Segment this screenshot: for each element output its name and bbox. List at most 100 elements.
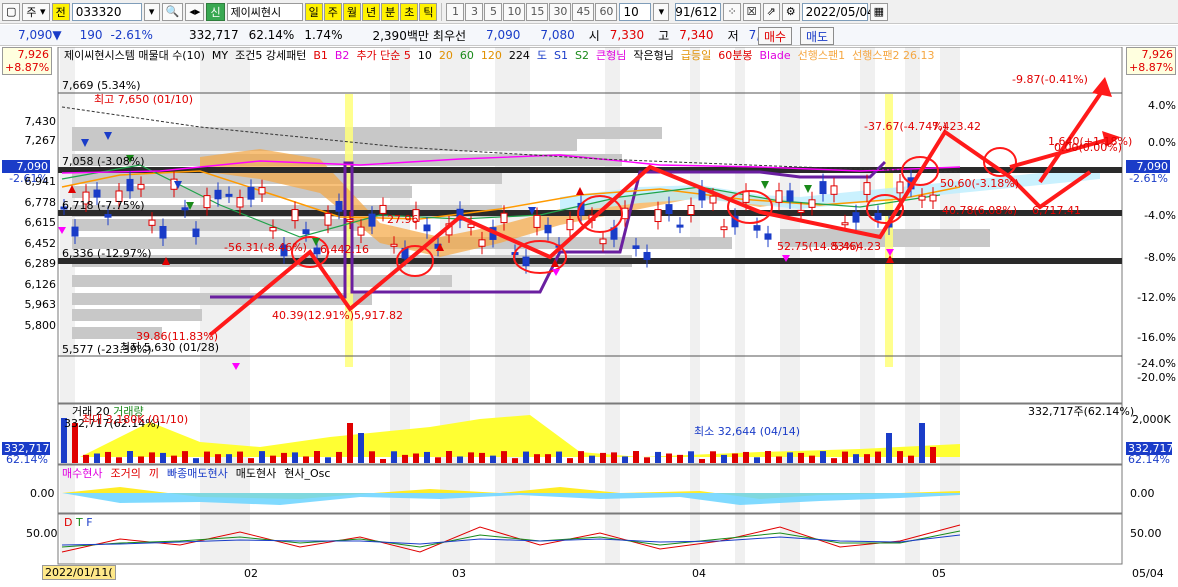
interval-button[interactable]: 30 <box>549 2 572 21</box>
candle-body <box>863 182 871 195</box>
volume-bar <box>787 452 793 463</box>
legend-item[interactable]: 제이씨현시스템 매물대 수(10) <box>64 49 205 62</box>
high-note: 최고 7,650 (01/10) <box>94 93 194 106</box>
interval-button[interactable]: 5 <box>484 2 503 21</box>
buy-button[interactable]: 매수 <box>758 27 793 45</box>
chart-icon[interactable]: ⇗ <box>762 2 780 21</box>
volume-bar <box>699 458 705 463</box>
volume-axis-top: 2,000K <box>1132 413 1171 426</box>
volume-bar <box>105 451 111 463</box>
legend-item[interactable]: S2 <box>575 49 589 62</box>
legend-item[interactable]: S1 <box>554 49 568 62</box>
legend-item[interactable]: B1 <box>313 49 328 62</box>
divider <box>441 2 443 21</box>
legend-item[interactable]: 선행스팬2 26.13 <box>852 49 934 62</box>
volume-bar <box>600 452 606 463</box>
sell-button[interactable]: 매도 <box>800 27 835 45</box>
period-button[interactable]: 일 <box>304 2 323 21</box>
legend-item[interactable]: Blade <box>760 49 791 62</box>
candle-body <box>192 228 200 238</box>
period-button[interactable]: 초 <box>400 2 419 21</box>
interval-button[interactable]: 3 <box>465 2 484 21</box>
gear-icon[interactable]: ⚙ <box>781 2 800 21</box>
volume-bar <box>512 458 518 463</box>
legend-item[interactable]: MY <box>212 49 228 62</box>
volume-bar <box>369 451 375 463</box>
candle-body <box>786 190 794 202</box>
price-chart[interactable] <box>0 46 1178 584</box>
legend-item[interactable]: 60 <box>460 49 474 62</box>
market-button[interactable]: 전 <box>51 2 70 21</box>
code-input[interactable]: 033320 <box>71 2 142 21</box>
candle-body <box>126 178 134 192</box>
right-axis-tick: -20.0% <box>1137 371 1176 384</box>
legend-item[interactable]: 도 <box>537 49 547 62</box>
calendar-icon[interactable]: ▦ <box>869 2 889 21</box>
legend-item[interactable]: 20 <box>439 49 453 62</box>
legend-item[interactable]: 큰형님 <box>596 49 626 62</box>
legend-item[interactable]: B2 <box>335 49 350 62</box>
period-buttons: 일주월년분초틱 <box>304 2 438 21</box>
volume-bar <box>853 454 859 463</box>
volume-bar <box>644 457 650 463</box>
period-button[interactable]: 분 <box>381 2 400 21</box>
volume-bar <box>468 452 474 463</box>
candle-body <box>753 225 761 231</box>
code-dropdown-icon[interactable]: ▾ <box>143 2 160 21</box>
change-pct: -2.61% <box>110 28 153 42</box>
volume: 332,717 <box>188 28 239 42</box>
type-select[interactable]: 주 ▾ <box>22 2 50 21</box>
left-axis-tick: 5,800 <box>24 319 57 332</box>
legend-item[interactable]: 작은형님 <box>633 49 673 62</box>
right-axis-tick: -4.0% <box>1144 209 1176 222</box>
volume-bar <box>149 452 155 463</box>
annotation: 40.39(12.91%) <box>272 309 355 322</box>
candle-body <box>148 219 156 226</box>
candle-body <box>346 219 354 223</box>
candle-body <box>918 195 926 201</box>
shaded-region <box>605 47 620 564</box>
legend-item[interactable]: 60분봉 <box>718 49 752 62</box>
legend-item[interactable]: 120 <box>481 49 502 62</box>
period-button[interactable]: 월 <box>342 2 361 21</box>
date-input[interactable]: 2022/05/04 <box>801 2 875 21</box>
stoch-legend-t: T <box>75 516 83 529</box>
interval-button[interactable]: 15 <box>526 2 549 21</box>
volume-bar <box>677 454 683 463</box>
candle-body <box>720 226 728 231</box>
sound-icon[interactable]: ◂▸ <box>185 2 205 21</box>
interval-button[interactable]: 60 <box>595 2 618 21</box>
left-axis-tick: 6,778 <box>24 196 57 209</box>
settings-grid-icon[interactable]: ⁘ <box>723 2 741 21</box>
chart-area[interactable]: 제이씨현시스템 매물대 수(10) MY 조건5 강세패턴 B1 B2 추가 단순 5 10… <box>0 46 1178 584</box>
window-icon[interactable]: ▢ <box>2 2 21 21</box>
legend-item[interactable]: 10 <box>418 49 432 62</box>
search-icon[interactable]: 🔍 <box>161 2 184 21</box>
legend-item[interactable]: 급등일 <box>681 49 711 62</box>
down-arrow-icon: ▼ <box>52 28 62 42</box>
x-axis-month: 05 <box>932 567 946 580</box>
quote-bar: 7,090 ▼ 190 -2.61% 332,717 62.14% 1.74% … <box>0 25 1178 46</box>
candle-body <box>742 190 750 203</box>
period-button[interactable]: 주 <box>323 2 342 21</box>
shaded-region <box>495 47 530 564</box>
legend-item[interactable]: 224 <box>509 49 530 62</box>
legend-item[interactable]: 조건5 강세패턴 <box>235 49 306 62</box>
custom-interval-input[interactable]: 10 <box>619 2 652 21</box>
interval-button[interactable]: 10 <box>503 2 526 21</box>
legend-item[interactable]: 선행스팬1 <box>798 49 845 62</box>
volume-bar <box>919 423 925 463</box>
period-button[interactable]: 년 <box>361 2 381 21</box>
legend-item[interactable]: 추가 단순 5 <box>356 49 410 62</box>
interval-button[interactable]: 45 <box>572 2 595 21</box>
volume-bar <box>325 457 331 463</box>
interval-dropdown-icon[interactable]: ▾ <box>653 2 670 21</box>
price: 7,090 <box>18 28 53 42</box>
checkbox-icon[interactable]: ☒ <box>742 2 761 21</box>
amount: 2,390백만 <box>372 28 429 43</box>
volume-bar <box>666 453 672 463</box>
interval-button[interactable]: 1 <box>446 2 465 21</box>
left-axis-tick: 6,941 <box>24 175 57 188</box>
level-label: 6,336 (-12.97%) <box>62 247 152 260</box>
period-button[interactable]: 틱 <box>419 2 438 21</box>
